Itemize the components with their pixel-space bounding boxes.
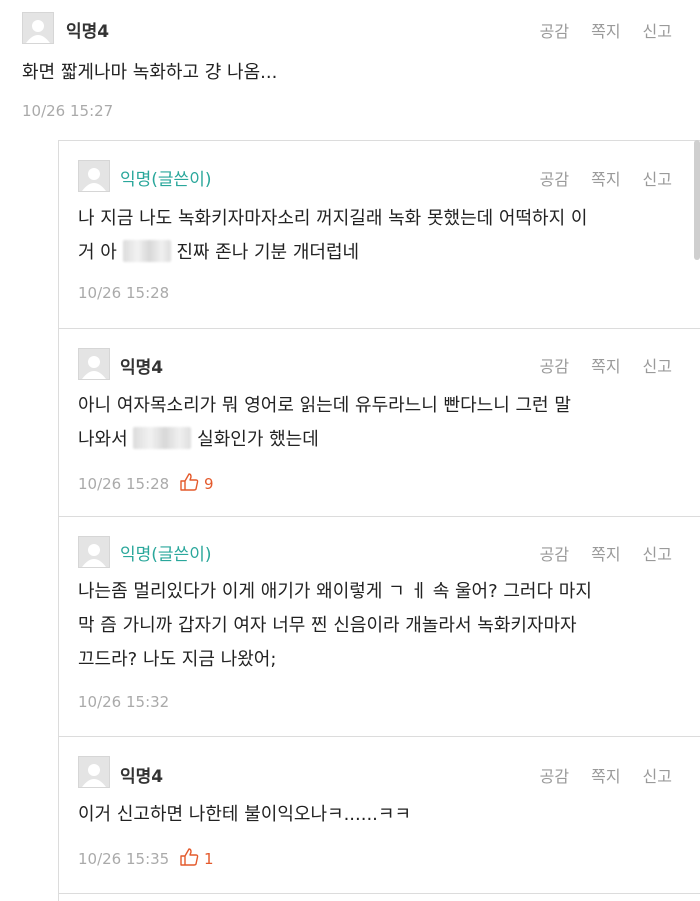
like-button[interactable]: 공감 xyxy=(540,545,569,564)
comment-actions: 공감 쪽지 신고 xyxy=(518,166,672,190)
user-silhouette-icon xyxy=(82,764,106,787)
comment-author: 익명4 xyxy=(120,358,164,378)
comment-text-part: 나와서 xyxy=(78,429,128,450)
message-button[interactable]: 쪽지 xyxy=(591,357,620,376)
comment-text-part: 거 아 xyxy=(78,242,117,263)
comment-text: 막 즘 가니까 갑자기 여자 너무 찐 신음이라 개놀라서 녹화키자마자 xyxy=(78,615,577,636)
comment-time: 10/26 15:35 xyxy=(78,850,170,868)
divider xyxy=(58,736,700,737)
comment-author: 익명(글쓴이) xyxy=(120,545,212,565)
comment-author: 익명(글쓴이) xyxy=(120,170,212,190)
report-button[interactable]: 신고 xyxy=(643,357,672,376)
like-count[interactable]: 1 xyxy=(179,847,214,868)
scrollbar[interactable] xyxy=(694,140,700,260)
comment-text-part: 실화인가 했는데 xyxy=(197,429,319,450)
like-button[interactable]: 공감 xyxy=(540,22,569,41)
comment-time: 10/26 15:32 xyxy=(78,693,170,711)
thumbs-up-icon xyxy=(180,848,199,866)
comment-text: 나 지금 나도 녹화키자마자소리 꺼지길래 녹화 못했는데 어떡하지 이 xyxy=(78,208,588,229)
like-button[interactable]: 공감 xyxy=(540,767,569,786)
report-button[interactable]: 신고 xyxy=(643,22,672,41)
comment-time: 10/26 15:27 xyxy=(22,102,114,120)
comment-actions: 공감 쪽지 신고 xyxy=(518,763,672,787)
divider xyxy=(58,893,700,894)
message-button[interactable]: 쪽지 xyxy=(591,170,620,189)
comment-text: 아니 여자목소리가 뭐 영어로 읽는데 유두라느니 빤다느니 그런 말 xyxy=(78,395,571,416)
comment-text: 화면 짧게나마 녹화하고 걍 나옴... xyxy=(22,62,278,83)
like-count-value: 9 xyxy=(204,475,214,493)
like-count[interactable]: 9 xyxy=(179,472,214,493)
comment-text: 이거 신고하면 나한테 불이익오나ㅋ......ㅋㅋ xyxy=(78,804,412,825)
report-button[interactable]: 신고 xyxy=(643,170,672,189)
divider xyxy=(58,140,700,141)
comment-text: 나는좀 멀리있다가 이게 애기가 왜이렇게 ㄱ ㅔ 속 울어? 그러다 마지 xyxy=(78,581,592,602)
censored-blur xyxy=(122,240,171,262)
comment-actions: 공감 쪽지 신고 xyxy=(518,353,672,377)
comment-meta: 10/26 15:35 1 xyxy=(78,847,214,868)
comment-actions: 공감 쪽지 신고 xyxy=(518,541,672,565)
thumbs-up-icon xyxy=(180,473,199,491)
user-silhouette-icon xyxy=(26,20,50,43)
comment-text: 거 아 진짜 존나 기분 개더럽네 xyxy=(78,236,359,270)
comment-text-part: 진짜 존나 기분 개더럽네 xyxy=(176,242,360,263)
like-count-value: 1 xyxy=(204,850,214,868)
message-button[interactable]: 쪽지 xyxy=(591,767,620,786)
avatar xyxy=(22,12,54,44)
user-silhouette-icon xyxy=(82,356,106,379)
comment-author: 익명4 xyxy=(66,22,110,42)
comment-time: 10/26 15:28 xyxy=(78,475,170,493)
comment-actions: 공감 쪽지 신고 xyxy=(518,18,672,42)
divider xyxy=(58,328,700,329)
comment-author: 익명4 xyxy=(120,767,164,787)
like-button[interactable]: 공감 xyxy=(540,170,569,189)
censored-blur xyxy=(133,427,192,449)
like-button[interactable]: 공감 xyxy=(540,357,569,376)
avatar xyxy=(78,536,110,568)
report-button[interactable]: 신고 xyxy=(643,767,672,786)
avatar xyxy=(78,160,110,192)
user-silhouette-icon xyxy=(82,544,106,567)
avatar xyxy=(78,348,110,380)
comment-text: 나와서 실화인가 했는데 xyxy=(78,423,319,457)
comment-meta: 10/26 15:28 9 xyxy=(78,472,214,493)
avatar xyxy=(78,756,110,788)
user-silhouette-icon xyxy=(82,168,106,191)
comment-time: 10/26 15:28 xyxy=(78,284,170,302)
report-button[interactable]: 신고 xyxy=(643,545,672,564)
message-button[interactable]: 쪽지 xyxy=(591,22,620,41)
comment-text: 끄드라? 나도 지금 나왔어; xyxy=(78,649,277,670)
message-button[interactable]: 쪽지 xyxy=(591,545,620,564)
divider xyxy=(58,516,700,517)
